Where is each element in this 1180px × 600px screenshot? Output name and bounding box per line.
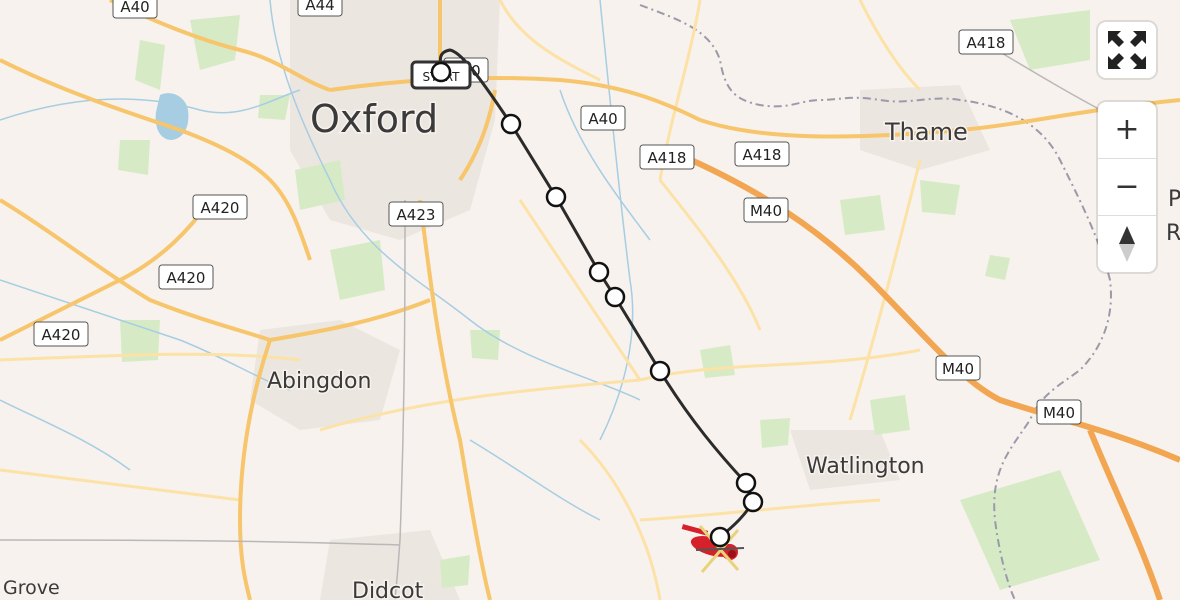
road-shield-m40: M40 bbox=[743, 197, 789, 223]
route-end-point bbox=[709, 526, 731, 548]
svg-text:A420: A420 bbox=[42, 326, 81, 344]
route-waypoint[interactable] bbox=[604, 286, 626, 308]
road-shield-a44: A44 bbox=[297, 0, 343, 17]
route-waypoint[interactable] bbox=[545, 186, 567, 208]
place-label-abingdon: Abingdon bbox=[267, 369, 371, 394]
zoom-out-button[interactable]: − bbox=[1098, 158, 1156, 215]
place-label-thame: Thame bbox=[884, 118, 968, 146]
svg-text:A420: A420 bbox=[167, 269, 206, 287]
compass-icon bbox=[1119, 226, 1135, 262]
svg-text:A423: A423 bbox=[397, 206, 436, 224]
road-shield-m40: M40 bbox=[1036, 399, 1082, 425]
svg-text:A40: A40 bbox=[588, 110, 617, 128]
route-waypoint[interactable] bbox=[500, 113, 522, 135]
route-waypoint[interactable] bbox=[735, 472, 757, 494]
zoom-in-button[interactable]: + bbox=[1098, 102, 1156, 158]
zoom-control: + − bbox=[1098, 102, 1156, 272]
road-shield-a423: A423 bbox=[388, 201, 444, 227]
route-start-point bbox=[430, 61, 452, 83]
road-shield-a40: A40 bbox=[112, 0, 158, 19]
road-shield-a40: A40 bbox=[580, 105, 626, 131]
place-label-p: P bbox=[1168, 187, 1180, 212]
svg-text:A418: A418 bbox=[967, 34, 1006, 52]
road-shield-a420: A420 bbox=[33, 321, 89, 347]
place-label-oxford: Oxford bbox=[310, 97, 438, 141]
start-badge: START bbox=[410, 60, 472, 90]
compass-button[interactable] bbox=[1098, 215, 1156, 272]
svg-text:M40: M40 bbox=[750, 202, 782, 220]
fullscreen-icon bbox=[1108, 31, 1146, 69]
zoom-out-label: − bbox=[1114, 169, 1140, 204]
svg-text:A418: A418 bbox=[648, 149, 687, 167]
svg-text:M40: M40 bbox=[1043, 404, 1075, 422]
place-label-watlington: Watlington bbox=[806, 454, 925, 479]
svg-text:A418: A418 bbox=[743, 146, 782, 164]
fullscreen-button[interactable] bbox=[1098, 22, 1156, 78]
place-label-grove: Grove bbox=[3, 577, 60, 599]
svg-text:A420: A420 bbox=[201, 199, 240, 217]
road-shield-a420: A420 bbox=[158, 264, 214, 290]
svg-text:M40: M40 bbox=[942, 360, 974, 378]
road-shield-m40: M40 bbox=[935, 355, 981, 381]
road-shield-a418: A418 bbox=[639, 144, 695, 170]
route-waypoint[interactable] bbox=[649, 360, 671, 382]
road-shield-a420: A420 bbox=[192, 194, 248, 220]
zoom-in-label: + bbox=[1114, 112, 1140, 147]
fullscreen-control bbox=[1098, 22, 1156, 78]
place-label-ris: Ris bbox=[1166, 221, 1180, 246]
svg-text:A44: A44 bbox=[305, 0, 334, 14]
road-shield-a418: A418 bbox=[958, 29, 1014, 55]
road-shield-a418: A418 bbox=[734, 141, 790, 167]
svg-text:A40: A40 bbox=[120, 0, 149, 16]
route-waypoint[interactable] bbox=[742, 491, 764, 513]
map-canvas[interactable]: A40A44A40A40A418A418A418M40A420A423A420A… bbox=[0, 0, 1180, 600]
place-label-didcot: Didcot bbox=[352, 579, 424, 600]
route-waypoint[interactable] bbox=[588, 261, 610, 283]
